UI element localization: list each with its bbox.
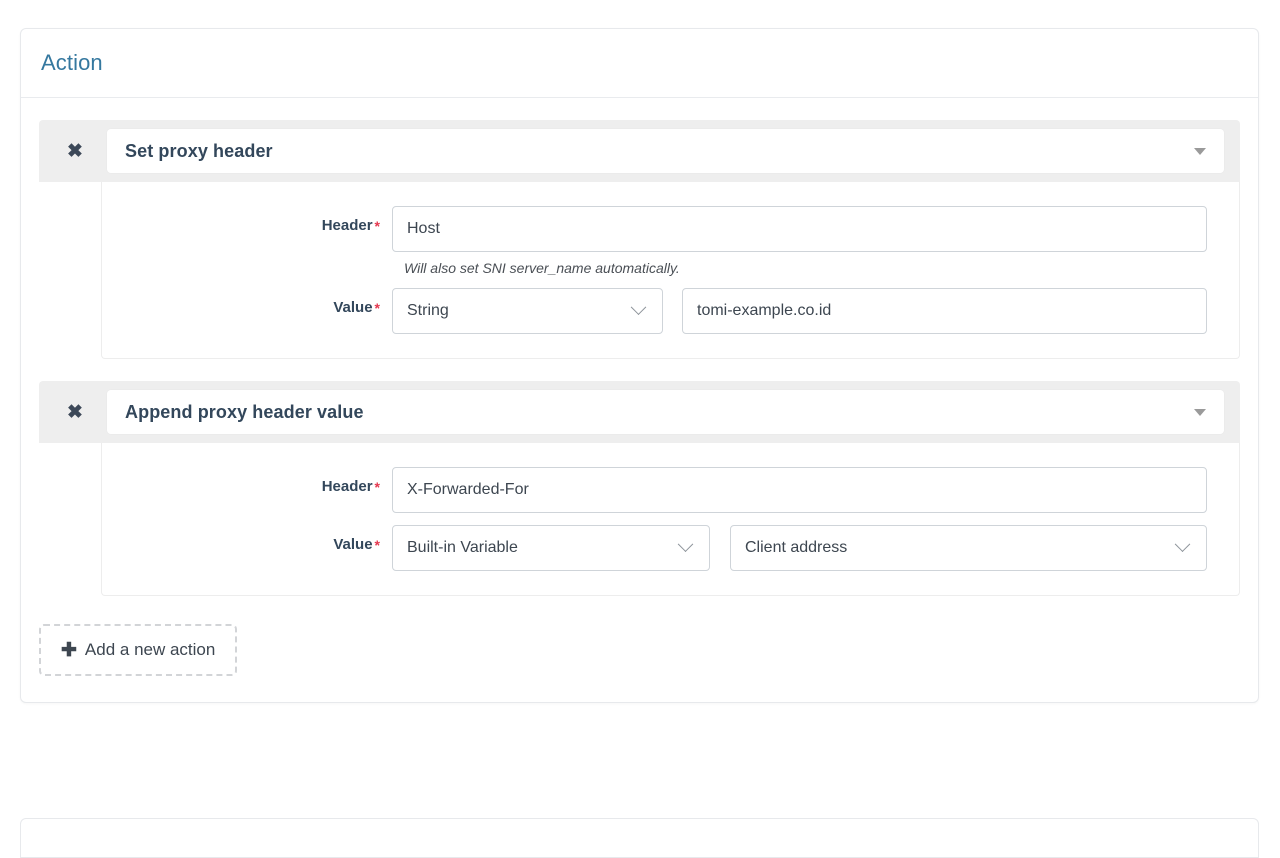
- action-type-label: Append proxy header value: [125, 401, 364, 422]
- header-input-value: X-Forwarded-For: [407, 481, 529, 498]
- value-type-select[interactable]: Built-in Variable: [392, 525, 710, 571]
- page-title: Action: [41, 50, 103, 75]
- chevron-down-icon: [630, 298, 647, 315]
- header-field-label: Header *: [102, 467, 392, 495]
- value-input[interactable]: tomi-example.co.id: [682, 288, 1207, 334]
- next-card-peek: [20, 818, 1259, 858]
- chevron-down-icon: [677, 535, 694, 552]
- header-input-value: Host: [407, 220, 440, 237]
- value-variable-select[interactable]: Client address: [730, 525, 1207, 571]
- action-header: ✖ Set proxy header: [39, 120, 1240, 182]
- header-label-text: Header: [321, 217, 373, 234]
- close-icon: ✖: [67, 140, 83, 162]
- value-field-col: Built-in Variable Client address: [392, 525, 1207, 571]
- action-body: Header * X-Forwarded-For Value * Built-i…: [101, 443, 1240, 596]
- caret-down-icon: [1194, 147, 1206, 155]
- value-variable-label: Client address: [745, 539, 848, 556]
- card-body: ✖ Set proxy header Header * Host Will al…: [21, 98, 1258, 702]
- required-marker: *: [374, 300, 380, 316]
- caret-down-icon: [1194, 408, 1206, 416]
- action-block: ✖ Append proxy header value Header * X-F…: [39, 381, 1240, 596]
- required-marker: *: [374, 218, 380, 234]
- header-field-row: Header * X-Forwarded-For: [102, 467, 1207, 513]
- required-marker: *: [374, 537, 380, 553]
- header-input[interactable]: Host: [392, 206, 1207, 252]
- add-action-button[interactable]: ✚ Add a new action: [39, 624, 238, 676]
- add-action-label: Add a new action: [84, 640, 216, 659]
- action-header: ✖ Append proxy header value: [39, 381, 1240, 443]
- remove-action-button[interactable]: ✖: [53, 392, 97, 432]
- value-type-select[interactable]: String: [392, 288, 663, 334]
- action-type-select[interactable]: Append proxy header value: [107, 390, 1224, 434]
- value-field-row: Value * String tomi-example.co.id: [102, 288, 1207, 334]
- value-field-label: Value *: [102, 525, 392, 553]
- action-body: Header * Host Will also set SNI server_na…: [101, 182, 1240, 359]
- header-field-label: Header *: [102, 206, 392, 234]
- value-field-group: Built-in Variable Client address: [392, 525, 1207, 571]
- action-type-select[interactable]: Set proxy header: [107, 129, 1224, 173]
- value-label-text: Value: [333, 536, 373, 553]
- value-field-col: String tomi-example.co.id: [392, 288, 1207, 334]
- chevron-down-icon: [1174, 535, 1191, 552]
- value-input-value: tomi-example.co.id: [697, 302, 832, 319]
- header-input[interactable]: X-Forwarded-For: [392, 467, 1207, 513]
- header-label-text: Header: [321, 478, 373, 495]
- action-card: Action ✖ Set proxy header Header * Host …: [20, 28, 1259, 703]
- plus-icon: ✚: [61, 639, 77, 661]
- header-field-row: Header * Host Will also set SNI server_na…: [102, 206, 1207, 276]
- action-type-label: Set proxy header: [125, 140, 273, 161]
- action-block: ✖ Set proxy header Header * Host Will al…: [39, 120, 1240, 359]
- value-field-group: String tomi-example.co.id: [392, 288, 1207, 334]
- page-root: Action ✖ Set proxy header Header * Host …: [0, 0, 1280, 858]
- card-header: Action: [21, 29, 1258, 98]
- header-field-col: X-Forwarded-For: [392, 467, 1207, 513]
- value-field-row: Value * Built-in Variable Client address: [102, 525, 1207, 571]
- value-field-label: Value *: [102, 288, 392, 316]
- remove-action-button[interactable]: ✖: [53, 131, 97, 171]
- value-type-label: Built-in Variable: [407, 539, 518, 556]
- header-help-text: Will also set SNI server_name automatica…: [404, 260, 680, 276]
- header-field-col: Host Will also set SNI server_name autom…: [392, 206, 1207, 276]
- required-marker: *: [374, 479, 380, 495]
- close-icon: ✖: [67, 401, 83, 423]
- value-label-text: Value: [333, 299, 373, 316]
- value-type-label: String: [407, 302, 449, 319]
